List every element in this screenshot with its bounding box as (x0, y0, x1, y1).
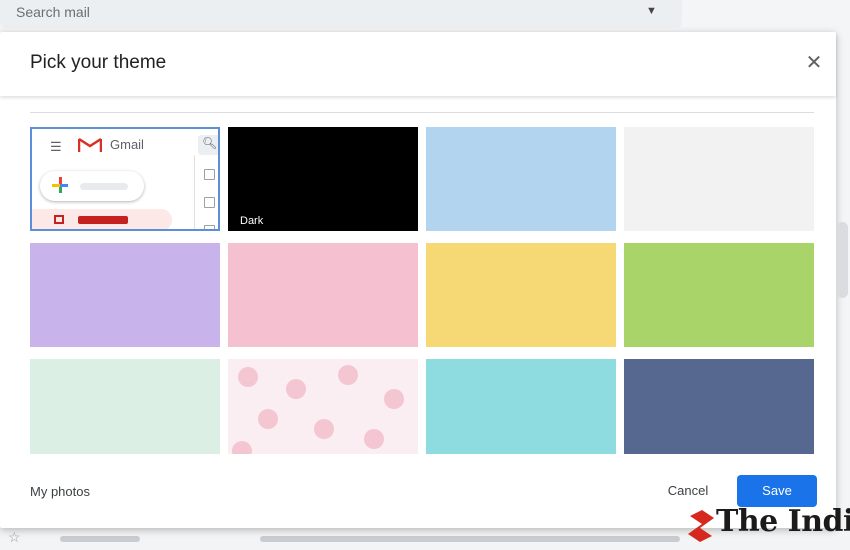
theme-tile-floral[interactable] (228, 359, 418, 454)
theme-tile-mint[interactable] (30, 359, 220, 454)
inbox-icon (54, 215, 64, 224)
theme-tile-yellow[interactable] (426, 243, 616, 347)
flower-pattern (364, 429, 384, 449)
my-photos-link[interactable]: My photos (30, 484, 90, 499)
gmail-logo-icon (78, 137, 102, 152)
flower-pattern (338, 365, 358, 385)
theme-tile-light-blue[interactable] (426, 127, 616, 231)
theme-tile-lavender[interactable] (30, 243, 220, 347)
theme-tile-green[interactable] (624, 243, 814, 347)
publisher-logo-icon (688, 510, 714, 542)
blurred-text (60, 536, 140, 542)
inbox-label-placeholder (78, 216, 128, 224)
theme-tile-dark[interactable]: Dark (228, 127, 418, 231)
theme-tile-light-gray[interactable] (624, 127, 814, 231)
plus-icon (52, 177, 68, 193)
checkbox-icon (204, 225, 215, 229)
theme-tile-slate-blue[interactable] (624, 359, 814, 454)
close-button[interactable]: ✕ (800, 50, 828, 78)
blurred-text (260, 536, 680, 542)
search-options-dropdown-icon[interactable]: ▼ (646, 5, 657, 17)
compose-label-placeholder (80, 183, 128, 190)
pane-divider (194, 155, 195, 229)
checkbox-icon (204, 197, 215, 208)
flower-pattern (314, 419, 334, 439)
scrollbar-thumb[interactable] (837, 222, 848, 298)
mini-inbox-item (32, 209, 172, 229)
mini-search-box: 🔍︎ (198, 135, 218, 155)
close-icon: ✕ (805, 52, 823, 74)
save-button[interactable]: Save (737, 475, 817, 507)
search-bar[interactable]: Search mail ▼ (0, 0, 682, 28)
divider (30, 112, 814, 113)
menu-icon: ☰ (50, 139, 62, 154)
gmail-brand: Gmail (110, 137, 144, 152)
flower-pattern (232, 441, 252, 454)
flower-pattern (384, 389, 404, 409)
dialog-header: Pick your theme ✕ (0, 32, 836, 96)
checkbox-icon (204, 169, 215, 180)
theme-label: Dark (240, 215, 264, 227)
theme-tile-turquoise[interactable] (426, 359, 616, 454)
star-icon: ☆ (8, 529, 21, 545)
flower-pattern (258, 409, 278, 429)
dialog-title: Pick your theme (30, 52, 167, 73)
mini-compose-button (40, 171, 144, 201)
cancel-button[interactable]: Cancel (654, 475, 722, 507)
theme-grid: ☰ Gmail 🔍︎ Dark (30, 127, 816, 454)
flower-pattern (286, 379, 306, 399)
theme-dialog: Pick your theme ✕ ☰ Gmail 🔍︎ Dark My pho… (0, 32, 836, 528)
watermark-text: The Indi (716, 504, 850, 539)
watermark: The Indi (686, 504, 850, 544)
flower-pattern (238, 367, 258, 387)
theme-tile-default[interactable]: ☰ Gmail 🔍︎ (30, 127, 220, 231)
theme-tile-pink[interactable] (228, 243, 418, 347)
search-input[interactable]: Search mail (16, 4, 90, 20)
search-icon: 🔍︎ (202, 136, 218, 150)
